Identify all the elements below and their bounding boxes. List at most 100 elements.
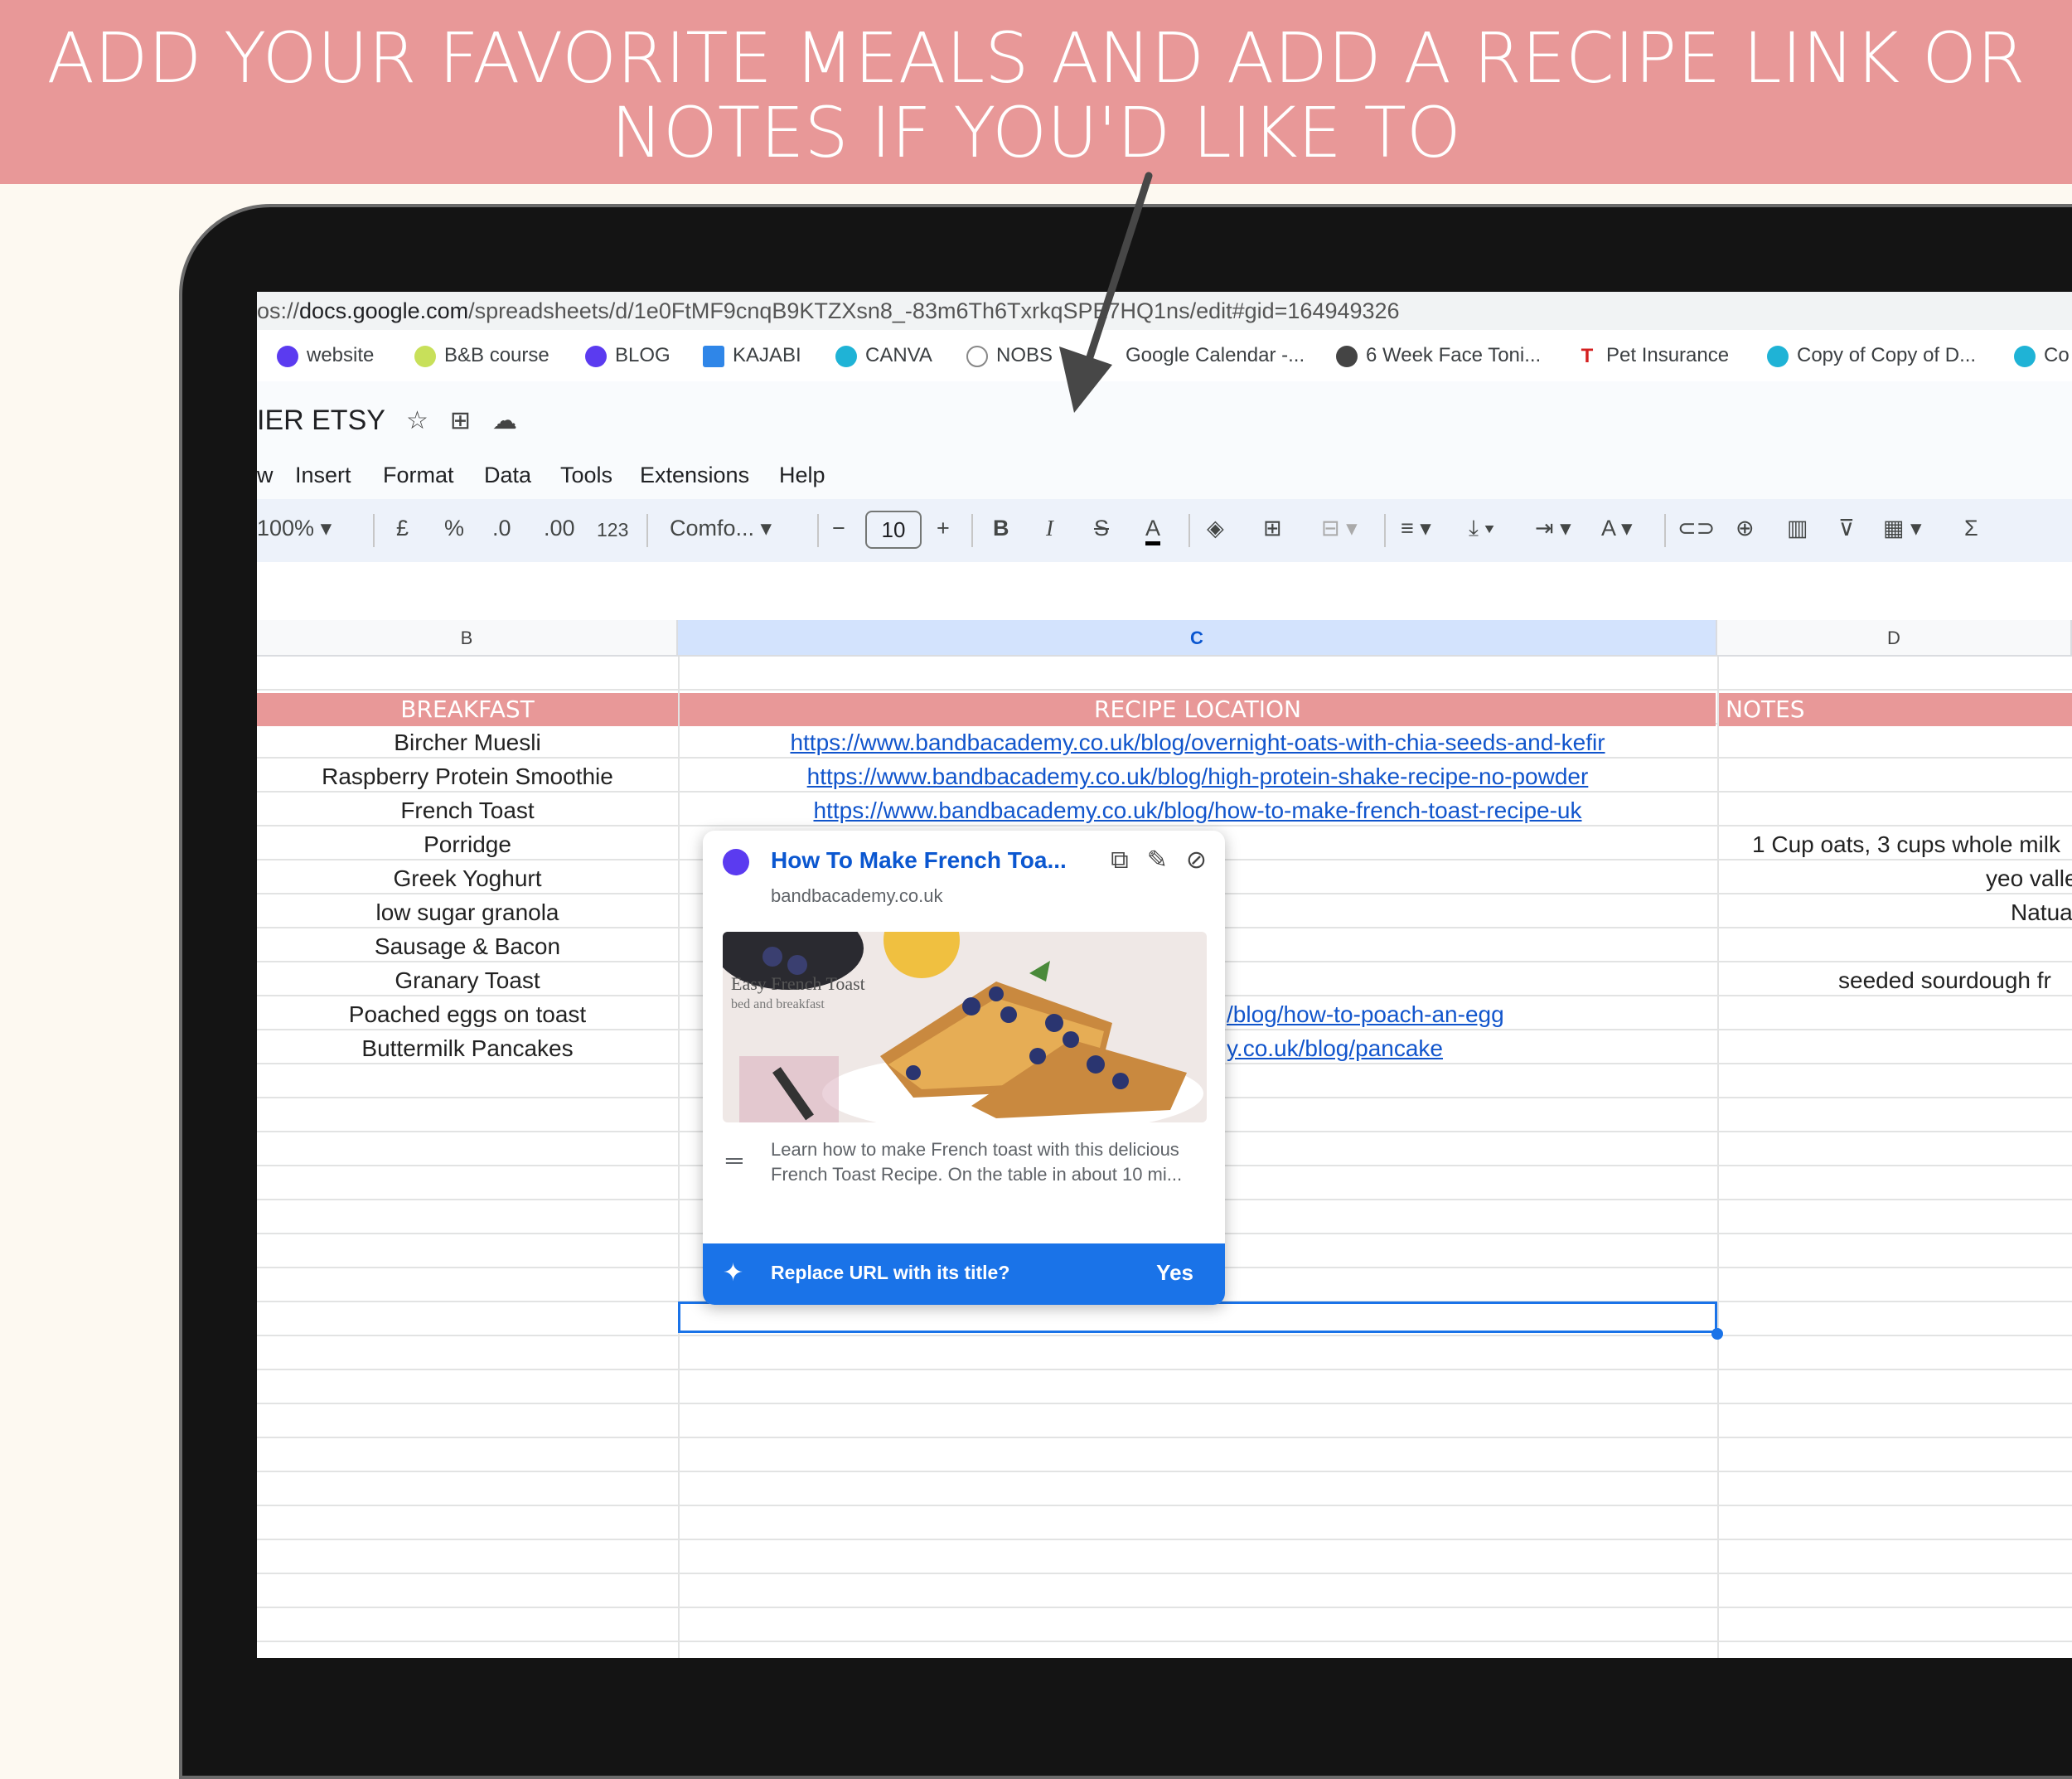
- formula-bar[interactable]: [257, 562, 2072, 622]
- menu-insert[interactable]: Insert: [295, 463, 351, 488]
- text-rotation-icon[interactable]: A ▾: [1601, 516, 1633, 541]
- menu-bar: w Insert Format Data Tools Extensions He…: [257, 456, 2072, 499]
- notes-cell[interactable]: seeded sourdough fr: [1717, 964, 2072, 997]
- header-notes[interactable]: NOTES: [1719, 693, 2072, 726]
- selected-cell[interactable]: [678, 1302, 1717, 1333]
- link-icon[interactable]: ⊂⊃: [1677, 516, 1715, 541]
- meal-cell[interactable]: Granary Toast: [257, 964, 678, 997]
- canva-icon: [835, 346, 857, 367]
- zoom-select[interactable]: 100% ▾: [257, 516, 332, 541]
- functions-button[interactable]: Σ: [1964, 516, 1978, 541]
- bookmark-co[interactable]: Co: [2014, 330, 2070, 381]
- menu-extensions[interactable]: Extensions: [640, 463, 749, 488]
- font-size-decrease-button[interactable]: −: [832, 516, 845, 541]
- divider: [971, 514, 973, 547]
- font-select[interactable]: Comfo... ▾: [670, 516, 772, 541]
- italic-button[interactable]: I: [1046, 516, 1053, 541]
- link-card-domain: bandbacademy.co.uk: [771, 885, 943, 907]
- bookmark-face-toning[interactable]: 6 Week Face Toni...: [1336, 330, 1541, 381]
- menu-view[interactable]: w: [257, 463, 274, 488]
- text-color-icon[interactable]: A: [1145, 516, 1160, 545]
- header-breakfast[interactable]: BREAKFAST: [257, 693, 678, 726]
- meal-cell[interactable]: Buttermilk Pancakes: [257, 1032, 678, 1065]
- bookmark-google-calendar[interactable]: Google Calendar -...: [1096, 330, 1305, 381]
- recipe-link[interactable]: https://www.bandbacademy.co.uk/blog/how-…: [678, 794, 1717, 827]
- bookmark-label: KAJABI: [733, 344, 801, 366]
- link-card-title[interactable]: How To Make French Toa...: [771, 847, 1067, 874]
- column-header-c[interactable]: C: [678, 620, 1717, 657]
- cloud-status-icon[interactable]: ☁: [492, 407, 517, 434]
- filter-views-icon[interactable]: ▦ ▾: [1883, 516, 1922, 541]
- fill-color-icon[interactable]: ◈: [1207, 516, 1224, 541]
- number-format-button[interactable]: 123: [597, 519, 628, 541]
- menu-help[interactable]: Help: [779, 463, 825, 488]
- header-recipe-location[interactable]: RECIPE LOCATION: [680, 693, 1716, 726]
- recipe-link[interactable]: y.co.uk/blog/pancake: [1227, 1032, 1716, 1065]
- bookmark-bb-course[interactable]: B&B course: [414, 330, 549, 381]
- comment-icon[interactable]: ⊕: [1736, 516, 1755, 541]
- recipe-link[interactable]: https://www.bandbacademy.co.uk/blog/over…: [678, 726, 1717, 759]
- align-icon[interactable]: ≡ ▾: [1401, 516, 1431, 541]
- notes-cell[interactable]: yeo valle: [1717, 862, 2072, 895]
- bookmark-kajabi[interactable]: KAJABI: [703, 330, 801, 381]
- formatting-toolbar: 100% ▾ £ % .0 .00 123 Comfo... ▾ − 10 + …: [257, 499, 2072, 562]
- meal-cell[interactable]: Greek Yoghurt: [257, 862, 678, 895]
- currency-button[interactable]: £: [396, 516, 409, 541]
- bookmark-label: CANVA: [865, 344, 932, 366]
- bookmark-website[interactable]: website: [277, 330, 374, 381]
- valign-icon[interactable]: ⤓ ▾: [1469, 516, 1494, 542]
- banner-line-1: ADD YOUR FAVORITE MEALS AND ADD A RECIPE…: [0, 18, 2072, 98]
- meal-cell[interactable]: low sugar granola: [257, 896, 678, 929]
- column-header-b[interactable]: B: [257, 620, 678, 657]
- bookmark-copy-of-copy[interactable]: Copy of Copy of D...: [1767, 330, 1976, 381]
- meal-cell[interactable]: Porridge: [257, 828, 678, 861]
- star-icon[interactable]: ☆: [406, 407, 428, 434]
- fill-handle[interactable]: [1711, 1328, 1723, 1340]
- replace-url-prompt: Replace URL with its title?: [771, 1262, 1009, 1284]
- calendar-icon: [1096, 346, 1117, 367]
- increase-decimal-button[interactable]: .00: [544, 516, 575, 541]
- meal-cell[interactable]: Poached eggs on toast: [257, 998, 678, 1031]
- borders-icon[interactable]: ⊞: [1263, 516, 1282, 541]
- percent-button[interactable]: %: [444, 516, 464, 541]
- copy-icon[interactable]: ⧉: [1111, 846, 1128, 874]
- move-folder-icon[interactable]: ⊞: [450, 407, 471, 434]
- bold-button[interactable]: B: [993, 516, 1009, 541]
- strikethrough-icon[interactable]: S: [1094, 516, 1109, 541]
- bookmark-label: Co: [2044, 344, 2070, 366]
- bookmark-nobs[interactable]: NOBS: [966, 330, 1053, 381]
- notes-cell[interactable]: 1 Cup oats, 3 cups whole milk: [1717, 828, 2072, 861]
- font-size-increase-button[interactable]: +: [937, 516, 950, 541]
- divider: [646, 514, 648, 547]
- doc-title[interactable]: IER ETSY: [257, 405, 385, 437]
- meal-cell[interactable]: Bircher Muesli: [257, 726, 678, 759]
- menu-tools[interactable]: Tools: [560, 463, 612, 488]
- decrease-decimal-button[interactable]: .0: [492, 516, 511, 541]
- bookmark-canva[interactable]: CANVA: [835, 330, 932, 381]
- menu-data[interactable]: Data: [484, 463, 531, 488]
- merge-cells-icon[interactable]: ⊟ ▾: [1321, 516, 1358, 541]
- edit-icon[interactable]: ✎: [1147, 846, 1168, 874]
- meal-cell[interactable]: French Toast: [257, 794, 678, 827]
- brand-icon: [277, 346, 298, 367]
- font-size-input[interactable]: 10: [865, 511, 922, 549]
- recipe-link[interactable]: https://www.bandbacademy.co.uk/blog/high…: [678, 760, 1717, 793]
- bookmark-label: 6 Week Face Toni...: [1366, 344, 1541, 366]
- recipe-link[interactable]: /blog/how-to-poach-an-egg: [1227, 998, 1716, 1031]
- notes-cell[interactable]: Natua: [1717, 896, 2072, 929]
- bookmarks-bar: website B&B course BLOG KAJABI CANVA NOB…: [257, 330, 2072, 382]
- url-host: docs.google.com: [299, 298, 468, 323]
- replace-url-yes-button[interactable]: Yes: [1156, 1260, 1193, 1286]
- filter-icon[interactable]: ⊽: [1838, 516, 1855, 541]
- chart-icon[interactable]: ▥: [1787, 516, 1808, 541]
- meal-cell[interactable]: Raspberry Protein Smoothie: [257, 760, 678, 793]
- address-bar[interactable]: os://docs.google.com/spreadsheets/d/1e0F…: [257, 292, 2072, 330]
- bookmark-blog[interactable]: BLOG: [585, 330, 670, 381]
- text-wrap-icon[interactable]: ⇥ ▾: [1535, 516, 1571, 541]
- column-header-d[interactable]: D: [1717, 620, 2072, 657]
- menu-format[interactable]: Format: [383, 463, 454, 488]
- bookmark-pet-insurance[interactable]: TPet Insurance: [1576, 330, 1729, 381]
- meal-cell[interactable]: Sausage & Bacon: [257, 930, 678, 963]
- banner-line-2: NOTES IF YOU'D LIKE TO: [0, 93, 2072, 172]
- unlink-icon[interactable]: ⊘: [1186, 846, 1207, 874]
